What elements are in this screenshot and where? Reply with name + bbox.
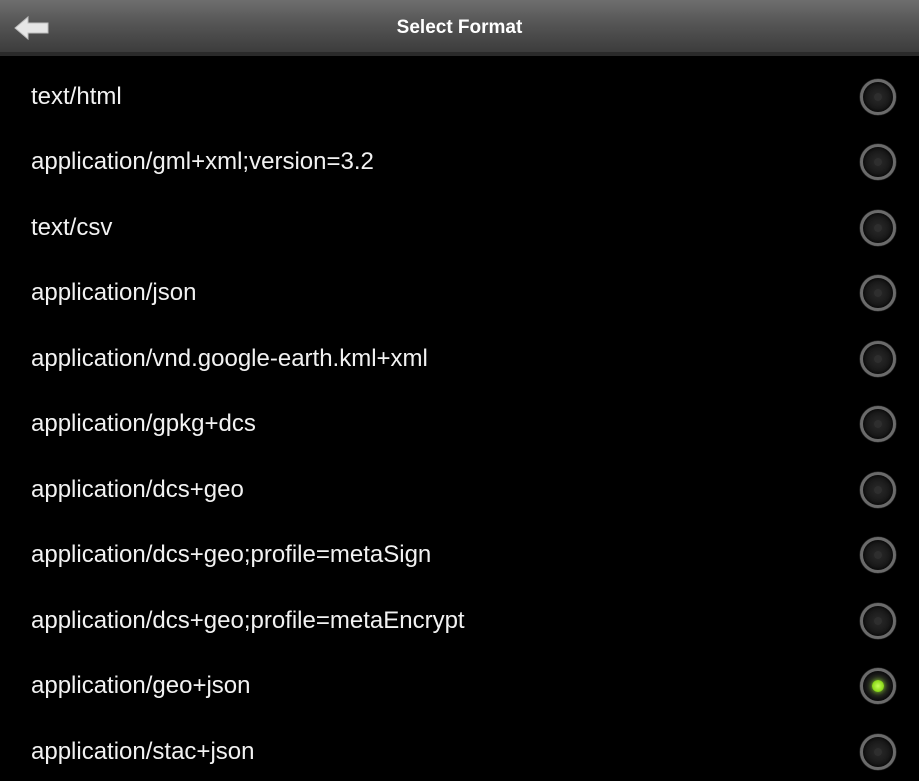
radio-button[interactable] [860,144,896,181]
radio-button[interactable] [860,602,896,639]
format-option[interactable]: application/json [0,261,919,327]
format-option[interactable]: text/html [0,64,919,130]
format-option-label: application/dcs+geo [31,475,244,503]
radio-button[interactable] [860,733,896,770]
select-format-screen: Select Format text/html application/gml+… [0,0,919,781]
radio-button[interactable] [860,406,896,443]
radio-button[interactable] [860,78,896,115]
radio-button[interactable] [860,340,896,377]
page-title: Select Format [396,17,523,38]
radio-button[interactable] [860,275,896,312]
format-option[interactable]: application/gpkg+dcs [0,392,919,458]
format-option[interactable]: text/csv [0,195,919,261]
format-option-label: application/dcs+geo;profile=metaEncrypt [31,606,465,634]
radio-button[interactable] [860,471,896,508]
radio-button[interactable] [860,209,896,246]
radio-button[interactable] [860,537,896,574]
format-option[interactable]: application/dcs+geo;profile=metaEncrypt [0,588,919,654]
format-option[interactable]: application/vnd.google-earth.kml+xml [0,326,919,392]
format-option[interactable]: application/dcs+geo [0,457,919,523]
title-bar: Select Format [0,0,919,56]
format-option-label: application/gml+xml;version=3.2 [31,148,374,176]
format-option-label: text/html [31,82,122,110]
radio-button-selected[interactable] [860,668,896,705]
format-option-label: application/geo+json [31,672,251,700]
format-option-label: application/vnd.google-earth.kml+xml [31,344,428,372]
format-option-label: application/dcs+geo;profile=metaSign [31,541,432,569]
format-list: text/html application/gml+xml;version=3.… [0,64,919,781]
format-option[interactable]: application/gml+xml;version=3.2 [0,130,919,196]
format-option-label: application/json [31,279,197,307]
format-option[interactable]: application/stac+json [0,719,919,781]
format-option-label: text/csv [31,213,113,241]
format-option[interactable]: application/geo+json [0,654,919,720]
format-option-label: application/gpkg+dcs [31,410,256,438]
format-option[interactable]: application/dcs+geo;profile=metaSign [0,523,919,589]
format-option-label: application/stac+json [31,737,255,765]
